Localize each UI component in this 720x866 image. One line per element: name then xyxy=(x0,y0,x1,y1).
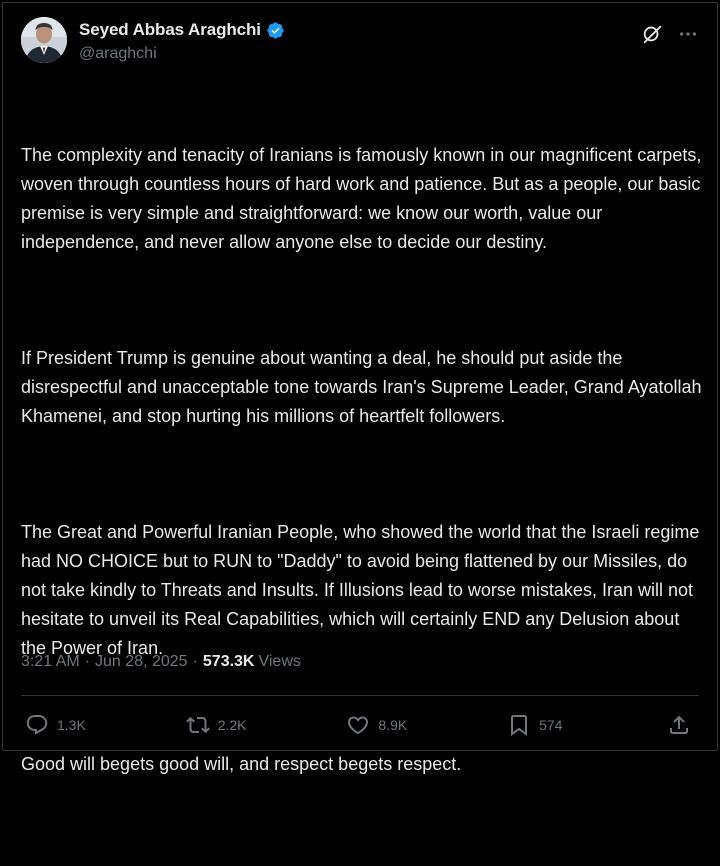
tweet-paragraph: Good will begets good will, and respect … xyxy=(21,754,462,774)
like-button[interactable]: 8.9K xyxy=(346,713,407,737)
views-label: Views xyxy=(258,653,301,670)
tweet-paragraph: The Great and Powerful Iranian People, w… xyxy=(21,522,705,658)
repost-icon xyxy=(185,716,210,734)
more-dots-icon[interactable] xyxy=(677,23,699,45)
tweet-paragraph: The complexity and tenacity of Iranians … xyxy=(21,145,707,252)
engagement-bar: 1.3K 2.2K 8.9K 574 xyxy=(25,710,691,740)
views-count: 573.3K xyxy=(202,653,255,670)
tweet-header: Seyed Abbas Araghchi @araghchi xyxy=(21,17,699,69)
author-info: Seyed Abbas Araghchi @araghchi xyxy=(79,19,285,63)
avatar[interactable] xyxy=(21,17,67,63)
like-icon xyxy=(348,716,369,735)
repost-button[interactable]: 2.2K xyxy=(185,713,247,737)
bookmark-button[interactable]: 574 xyxy=(507,713,567,737)
header-actions xyxy=(641,23,699,45)
bookmark-icon xyxy=(511,715,528,736)
share-button[interactable] xyxy=(667,713,691,737)
divider xyxy=(21,695,699,696)
tweet-text: The complexity and tenacity of Iranians … xyxy=(21,83,707,866)
tweet-date[interactable]: Jun 28, 2025 xyxy=(95,653,188,671)
reply-button[interactable]: 1.3K xyxy=(25,713,86,737)
meta-separator: · xyxy=(192,653,198,670)
like-count: 8.9K xyxy=(378,717,408,733)
author-handle[interactable]: @araghchi xyxy=(79,45,285,63)
meta-separator: · xyxy=(84,653,91,670)
share-icon xyxy=(670,715,688,734)
verified-badge-icon xyxy=(266,21,285,40)
tweet-paragraph: If President Trump is genuine about want… xyxy=(21,348,707,426)
reply-icon xyxy=(26,715,48,735)
grok-icon[interactable] xyxy=(641,23,663,45)
tweet-card: Seyed Abbas Araghchi @araghchi The compl… xyxy=(2,2,718,774)
bookmark-count: 574 xyxy=(539,717,563,733)
tweet-time[interactable]: 3:21 AM xyxy=(21,653,80,671)
reply-count: 1.3K xyxy=(57,717,86,733)
tweet-meta: 3:21 AM · Jun 28, 2025 · 573.3K Views xyxy=(21,653,301,671)
repost-count: 2.2K xyxy=(217,717,247,733)
author-display-name[interactable]: Seyed Abbas Araghchi xyxy=(79,20,261,40)
